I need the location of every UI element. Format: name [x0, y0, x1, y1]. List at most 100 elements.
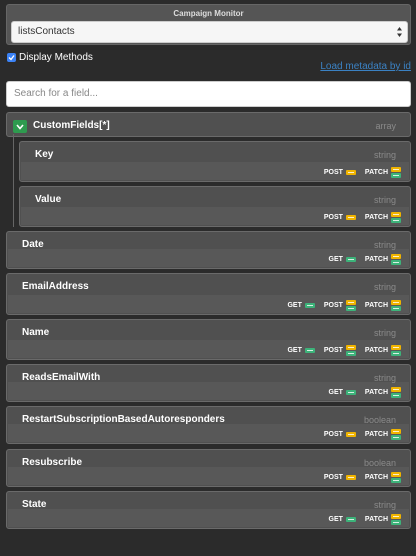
field-row[interactable]: Name string GET POST PATCH	[6, 319, 411, 360]
method-list: GET PATCH	[329, 510, 401, 528]
field-type: boolean	[363, 458, 396, 468]
method-label-patch: PATCH	[364, 388, 388, 396]
method-list: GET PATCH	[329, 383, 401, 401]
method-label-patch: PATCH	[364, 515, 388, 523]
method-patch[interactable]: PATCH	[364, 428, 401, 440]
header-panel: Campaign Monitor listsContacts	[6, 4, 411, 45]
method-list: GET PATCH	[329, 250, 401, 268]
method-post[interactable]: POST	[324, 474, 356, 481]
method-label-patch: PATCH	[364, 430, 388, 438]
method-patch[interactable]: PATCH	[364, 344, 401, 356]
method-label-patch: PATCH	[364, 213, 388, 221]
method-label-post: POST	[323, 168, 343, 176]
load-metadata-link[interactable]: Load metadata by id	[320, 61, 411, 72]
field-name: Resubscribe	[22, 457, 83, 468]
method-list: POST PATCH	[324, 425, 401, 443]
method-badge-patch-icon	[391, 386, 401, 398]
field-row[interactable]: Resubscribe boolean POST PATCH	[6, 449, 411, 487]
method-label-post: POST	[323, 346, 343, 354]
method-post[interactable]: POST	[324, 214, 356, 221]
method-label-get: GET	[328, 388, 343, 396]
method-badge-patch-icon	[391, 166, 401, 178]
method-get[interactable]: GET	[329, 389, 356, 396]
method-list: POST PATCH	[324, 163, 401, 181]
method-label-patch: PATCH	[364, 346, 388, 354]
connector-select[interactable]: listsContacts	[11, 21, 408, 43]
field-name: Name	[22, 327, 50, 338]
field-type: array	[375, 121, 396, 131]
select-arrows-icon	[397, 27, 402, 37]
method-label-patch: PATCH	[364, 168, 388, 176]
method-badge-get-icon	[304, 302, 315, 308]
display-methods-row[interactable]: Display Methods	[7, 51, 93, 63]
display-methods-checkbox[interactable]	[7, 52, 16, 62]
method-label-get: GET	[287, 346, 302, 354]
connector-select-value: listsContacts	[18, 26, 75, 37]
method-get[interactable]: GET	[329, 516, 356, 523]
method-label-get: GET	[287, 301, 302, 309]
field-name: State	[22, 499, 47, 510]
method-get[interactable]: GET	[287, 301, 315, 309]
search-input[interactable]: Search for a field...	[6, 81, 411, 107]
field-type: string	[373, 150, 396, 160]
method-badge-post-icon	[345, 344, 356, 356]
field-type: string	[373, 282, 396, 292]
method-badge-patch-icon	[391, 513, 401, 525]
expand-button[interactable]	[13, 120, 27, 133]
field-type: string	[373, 240, 396, 250]
method-patch[interactable]: PATCH	[364, 386, 401, 398]
method-badge-patch-icon	[391, 211, 401, 223]
method-badge-get-icon	[345, 389, 356, 395]
chevron-down-icon	[16, 123, 24, 130]
field-row[interactable]: RestartSubscriptionBasedAutoresponders bo…	[6, 406, 411, 444]
method-badge-post-icon	[345, 431, 356, 437]
field-row[interactable]: ReadsEmailWith string GET PATCH	[6, 364, 411, 402]
method-label-post: POST	[323, 301, 343, 309]
method-label-patch: PATCH	[364, 301, 388, 309]
method-patch[interactable]: PATCH	[364, 299, 401, 311]
field-name: Key	[35, 149, 54, 160]
method-post[interactable]: POST	[323, 344, 356, 356]
field-row[interactable]: EmailAddress string GET POST PATCH	[6, 273, 411, 315]
method-badge-get-icon	[304, 347, 315, 353]
field-row[interactable]: Key string POST PATCH	[19, 141, 411, 182]
field-name: CustomFields[*]	[33, 120, 110, 131]
method-patch[interactable]: PATCH	[364, 253, 401, 265]
field-type: string	[373, 195, 396, 205]
method-label-post: POST	[323, 473, 343, 481]
method-get[interactable]: GET	[287, 346, 315, 354]
method-patch[interactable]: PATCH	[364, 513, 401, 525]
field-name: ReadsEmailWith	[22, 372, 101, 383]
tree-connector	[13, 134, 14, 227]
method-label-post: POST	[323, 213, 343, 221]
method-badge-get-icon	[345, 256, 356, 262]
field-name: EmailAddress	[22, 281, 89, 292]
field-type: string	[373, 500, 396, 510]
field-name: RestartSubscriptionBasedAutoresponders	[22, 414, 225, 425]
field-name: Date	[22, 239, 44, 250]
method-badge-patch-icon	[391, 253, 401, 265]
method-patch[interactable]: PATCH	[364, 211, 401, 223]
method-label-patch: PATCH	[364, 473, 388, 481]
method-patch[interactable]: PATCH	[364, 166, 401, 178]
method-get[interactable]: GET	[329, 256, 356, 263]
method-post[interactable]: POST	[323, 299, 356, 311]
method-label-patch: PATCH	[364, 255, 388, 263]
field-type: boolean	[363, 415, 396, 425]
field-type: string	[373, 373, 396, 383]
field-customfields[interactable]: CustomFields[*] array	[6, 112, 411, 137]
field-row[interactable]: State string GET PATCH	[6, 491, 411, 529]
method-badge-post-icon	[345, 214, 356, 220]
method-badge-patch-icon	[391, 428, 401, 440]
method-list: GET POST PATCH	[287, 341, 401, 359]
field-row[interactable]: Date string GET PATCH	[6, 231, 411, 269]
method-badge-patch-icon	[391, 299, 401, 311]
method-badge-get-icon	[345, 516, 356, 522]
check-icon	[8, 54, 15, 60]
method-post[interactable]: POST	[324, 431, 356, 438]
field-type: string	[373, 328, 396, 338]
method-post[interactable]: POST	[324, 169, 356, 176]
method-label-get: GET	[328, 515, 343, 523]
field-row[interactable]: Value string POST PATCH	[19, 186, 411, 227]
method-patch[interactable]: PATCH	[364, 471, 401, 483]
